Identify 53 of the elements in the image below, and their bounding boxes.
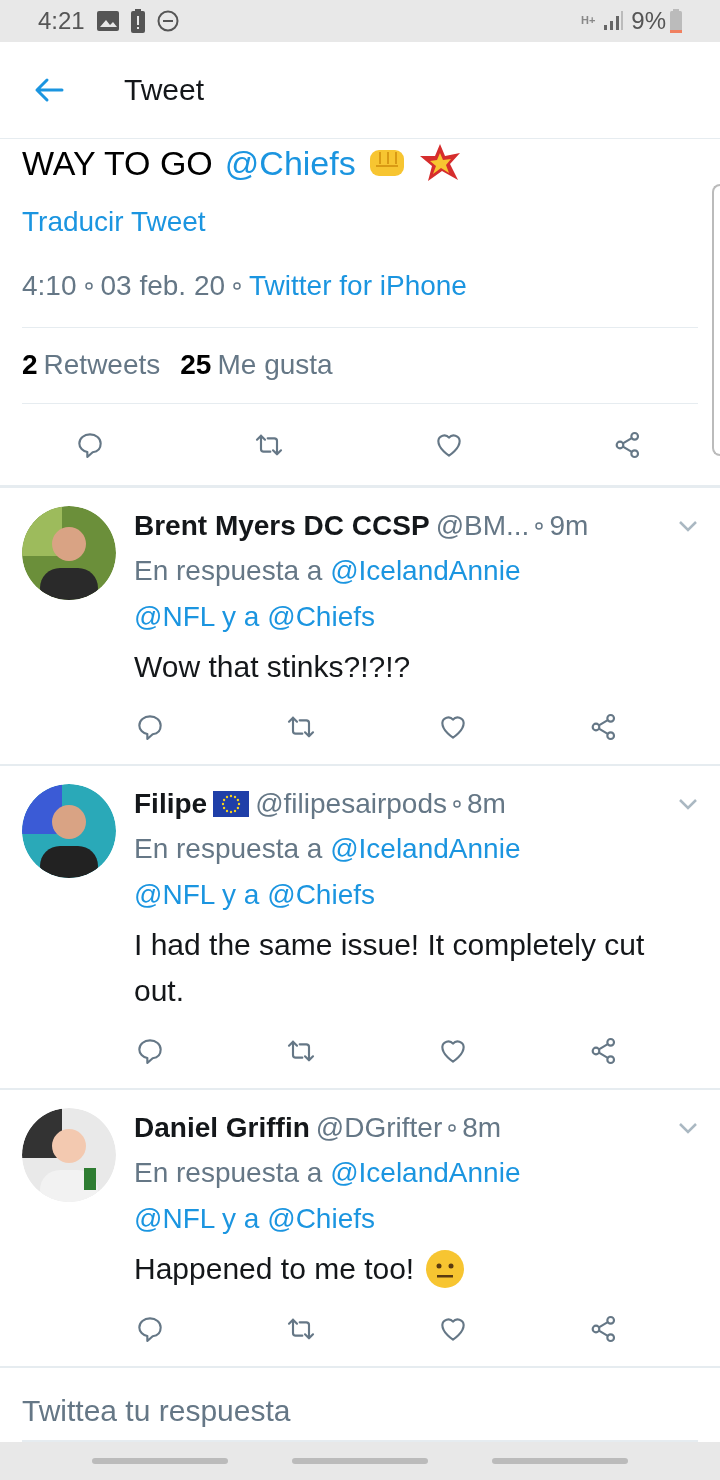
reply-text: I had the same issue! It completely cut out. [134,927,646,1010]
separator-dot-icon [233,281,242,290]
separator-dot-icon [452,800,461,809]
mention-link[interactable]: @Chiefs [267,1203,375,1235]
reply-context: y a [222,1203,260,1235]
author-name[interactable]: Daniel Griffin [134,1108,310,1149]
author-handle: @filipesairpods [255,787,447,822]
battery-alert-icon [130,8,145,33]
tweet-date: 03 feb. 20 [100,268,226,303]
translate-link[interactable]: Traducir Tweet [22,205,206,237]
burst-icon [419,143,460,182]
source-link[interactable]: Twitter for iPhone [249,264,467,307]
reply-time: 8m [462,1111,502,1146]
mention-link[interactable]: @IcelandAnnie [330,555,521,587]
header-title: Tweet [124,72,205,109]
reply-context: En respuesta a [134,1157,323,1189]
reply-context: y a [222,879,260,911]
status-time: 4:21 [38,5,85,36]
mention-link[interactable]: @IcelandAnnie [330,1157,521,1189]
image-icon [96,10,119,31]
reply-time: 8m [466,787,506,822]
battery-icon [670,8,682,33]
reply-context: En respuesta a [134,555,323,587]
reply-context: y a [222,601,260,633]
reply-field[interactable]: Twittea tu respuesta [22,1382,698,1443]
author-handle: @DGrifter [315,1111,443,1146]
stat-label: Retweets [43,348,161,383]
stat-count: 25 [180,348,212,383]
battery-percent: 9% [631,5,666,36]
tweet-text: WAY TO GO [22,145,213,180]
signal-icon [603,10,624,31]
tweet-time: 4:10 [22,268,77,303]
network-type: H+ [580,15,596,27]
mention-link[interactable]: @Chiefs [267,601,375,633]
mention-link[interactable]: @Chiefs [224,145,356,180]
stat-label: Me gusta [217,348,333,383]
separator-dot-icon [448,1124,457,1133]
author-name[interactable]: Filipe [134,784,208,825]
mention-link[interactable]: @Chiefs [267,879,375,911]
reply-text: Wow that stinks?!?!? [134,649,411,686]
mention-link[interactable]: @NFL [134,601,215,633]
stat-count: 2 [22,348,38,383]
do-not-disturb-icon [156,9,179,32]
separator-dot-icon [535,522,544,531]
mention-link[interactable]: @IcelandAnnie [330,833,521,865]
mention-link[interactable]: @NFL [134,879,215,911]
author-name[interactable]: Brent Myers DC CCSP [134,506,430,547]
mention-link[interactable]: @NFL [134,1203,215,1235]
reply-text: Happened to me too! [134,1251,415,1288]
reply-context: En respuesta a [134,833,323,865]
author-handle: @BM... [435,509,530,544]
separator-dot-icon [84,281,93,290]
reply-time: 9m [549,509,589,544]
